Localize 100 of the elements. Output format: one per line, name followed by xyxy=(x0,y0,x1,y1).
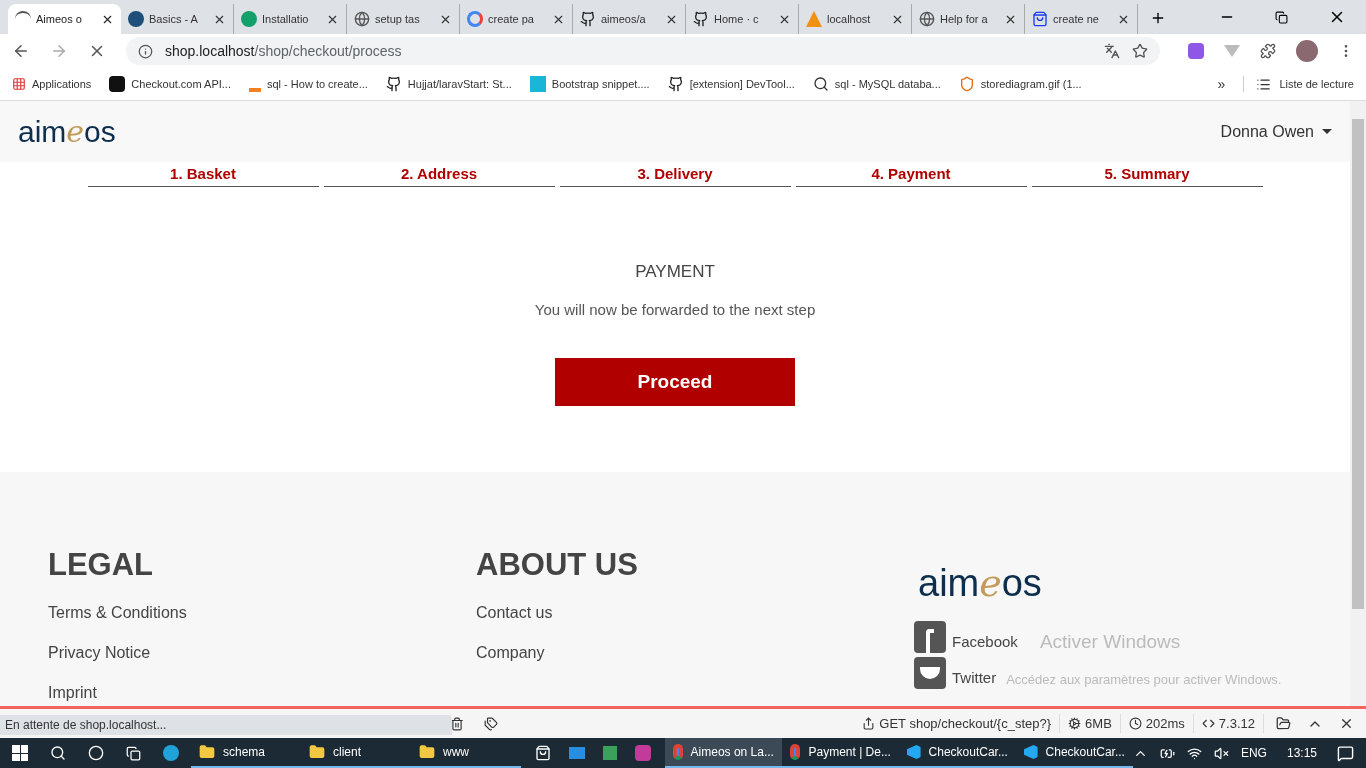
footer-logo[interactable]: aimeos xyxy=(918,563,1282,603)
mute-icon[interactable] xyxy=(1213,745,1229,761)
windows-start-icon[interactable] xyxy=(12,745,28,761)
github-icon xyxy=(385,76,402,92)
apps-icon xyxy=(12,77,26,91)
tab-title: Aimeos o xyxy=(36,11,83,27)
proceed-button[interactable]: Proceed xyxy=(555,358,795,406)
language-indicator[interactable]: ENG xyxy=(1240,744,1267,762)
footer-link[interactable]: Terms & Conditions xyxy=(48,603,187,623)
version-info: 7.3.12 xyxy=(1193,713,1264,734)
bookmark-link[interactable]: Bootstrap snippet.... xyxy=(529,75,650,93)
activation-text: Accédez aux paramètres pour activer Windows. xyxy=(1006,670,1282,689)
restore-icon[interactable] xyxy=(1275,10,1288,24)
tab-title: setup tas xyxy=(375,11,421,27)
extension-icon[interactable] xyxy=(1188,43,1204,59)
reading-list-button[interactable]: Liste de lecture xyxy=(1243,75,1354,93)
github-icon xyxy=(667,76,684,92)
bookmark-link[interactable]: Applications xyxy=(12,75,92,93)
sail-icon xyxy=(806,11,822,27)
info-icon xyxy=(138,43,153,59)
taskbar-item[interactable]: CheckoutCar... xyxy=(898,738,1016,768)
notification-icon[interactable] xyxy=(1337,744,1354,762)
code-icon xyxy=(1201,717,1215,730)
folder-icon xyxy=(309,744,325,760)
footer-link[interactable]: Company xyxy=(476,643,545,663)
folder-icon[interactable] xyxy=(1276,716,1291,731)
footer-link[interactable]: Contact us xyxy=(476,603,553,623)
time-info: 202ms xyxy=(1120,713,1194,734)
shield-icon xyxy=(958,76,975,92)
taskbar-item[interactable]: schema xyxy=(191,738,301,768)
checkout-step[interactable]: 1. Basket xyxy=(87,162,319,187)
close-icon[interactable] xyxy=(1339,716,1354,731)
back-icon[interactable] xyxy=(12,42,30,60)
checkout-step[interactable]: 2. Address xyxy=(323,162,555,187)
bookmark-link[interactable]: sql - How to create... xyxy=(249,75,368,93)
search-icon[interactable] xyxy=(50,745,66,761)
circle-icon[interactable] xyxy=(88,745,104,761)
bag-icon xyxy=(1032,11,1048,27)
social-link[interactable]: Twitter xyxy=(952,666,997,689)
bookmark-link[interactable]: storediagram.gif (1... xyxy=(958,75,1082,93)
store-icon[interactable] xyxy=(534,745,551,761)
taskbar-item[interactable]: CheckoutCar... xyxy=(1015,738,1133,768)
tags-icon[interactable] xyxy=(484,716,498,731)
avatar-icon[interactable] xyxy=(1296,40,1318,62)
footer-heading: LEGAL xyxy=(48,547,155,583)
forward-message: You will now be forwarded to the next step xyxy=(534,299,816,320)
task-view-icon[interactable] xyxy=(126,745,141,761)
wifi-icon[interactable] xyxy=(1186,745,1202,761)
bookmark-link[interactable]: sql - MySQL databa... xyxy=(812,75,941,93)
user-menu[interactable]: Donna Owen xyxy=(1220,119,1332,144)
site-logo[interactable]: aimeos xyxy=(18,109,116,154)
activation-title: Activer Windows xyxy=(1039,631,1181,653)
social-link[interactable]: Facebook xyxy=(952,630,1018,653)
footer-heading: ABOUT US xyxy=(476,547,639,583)
clock-icon xyxy=(1128,717,1142,730)
scrollbar[interactable] xyxy=(1350,101,1366,706)
checkout-icon xyxy=(109,76,126,92)
code-editor-icon xyxy=(1023,745,1038,759)
app-icon[interactable] xyxy=(634,745,651,761)
list-icon xyxy=(1256,76,1272,92)
mail-icon[interactable] xyxy=(568,747,585,759)
browser-tab[interactable]: Aimeos o xyxy=(8,4,121,34)
address-field[interactable]: shop.localhost/shop/checkout/process xyxy=(126,37,1160,65)
taskbar-item[interactable]: Payment | De... xyxy=(781,738,899,768)
checkout-step[interactable]: 4. Payment xyxy=(795,162,1027,187)
facebook-icon xyxy=(914,621,946,653)
footer-link[interactable]: Privacy Notice xyxy=(48,643,151,663)
checkout-step[interactable]: 3. Delivery xyxy=(559,162,791,187)
folder-icon xyxy=(199,744,215,760)
taskbar-item[interactable]: www xyxy=(410,738,521,768)
footer-link[interactable]: Imprint xyxy=(48,683,97,703)
tab-title: Basics - A xyxy=(149,11,199,27)
code-editor-icon xyxy=(906,745,921,759)
bd-icon xyxy=(529,76,546,92)
edge-icon[interactable] xyxy=(163,745,179,761)
translate-icon[interactable] xyxy=(1104,43,1120,59)
puzzle-icon[interactable] xyxy=(1260,43,1276,59)
overflow-chevron[interactable]: » xyxy=(1217,73,1226,95)
github-icon xyxy=(693,11,709,27)
tab-title: localhost xyxy=(827,11,872,27)
url-text: shop.localhost/shop/checkout/process xyxy=(165,41,403,61)
route-info: GET shop/checkout/{c_step?} xyxy=(854,713,1061,734)
star-icon[interactable] xyxy=(1132,43,1148,59)
tab-title: Help for a xyxy=(940,11,989,27)
checkout-step[interactable]: 5. Summary xyxy=(1031,162,1263,187)
taskbar-item[interactable]: client xyxy=(301,738,411,768)
taskbar-item[interactable]: Aimeos on La... xyxy=(664,738,782,768)
google-icon xyxy=(467,11,483,27)
section-heading: PAYMENT xyxy=(635,261,715,283)
tab-title: aimeos/a xyxy=(601,11,647,27)
new-tab-icon[interactable] xyxy=(1150,10,1166,26)
bookmark-link[interactable]: Hujjat/laravStart: St... xyxy=(385,75,512,93)
bookmark-link[interactable]: [extension] DevTool... xyxy=(667,75,795,93)
gears-icon xyxy=(1068,717,1082,730)
status-bubble: En attente de shop.localhost... xyxy=(0,715,452,735)
github-icon xyxy=(580,11,596,27)
bookmark-link[interactable]: Checkout.com API... xyxy=(109,75,231,93)
trash-icon[interactable] xyxy=(450,716,464,731)
search-icon xyxy=(812,76,829,92)
clock[interactable]: 13:15 xyxy=(1278,744,1325,762)
